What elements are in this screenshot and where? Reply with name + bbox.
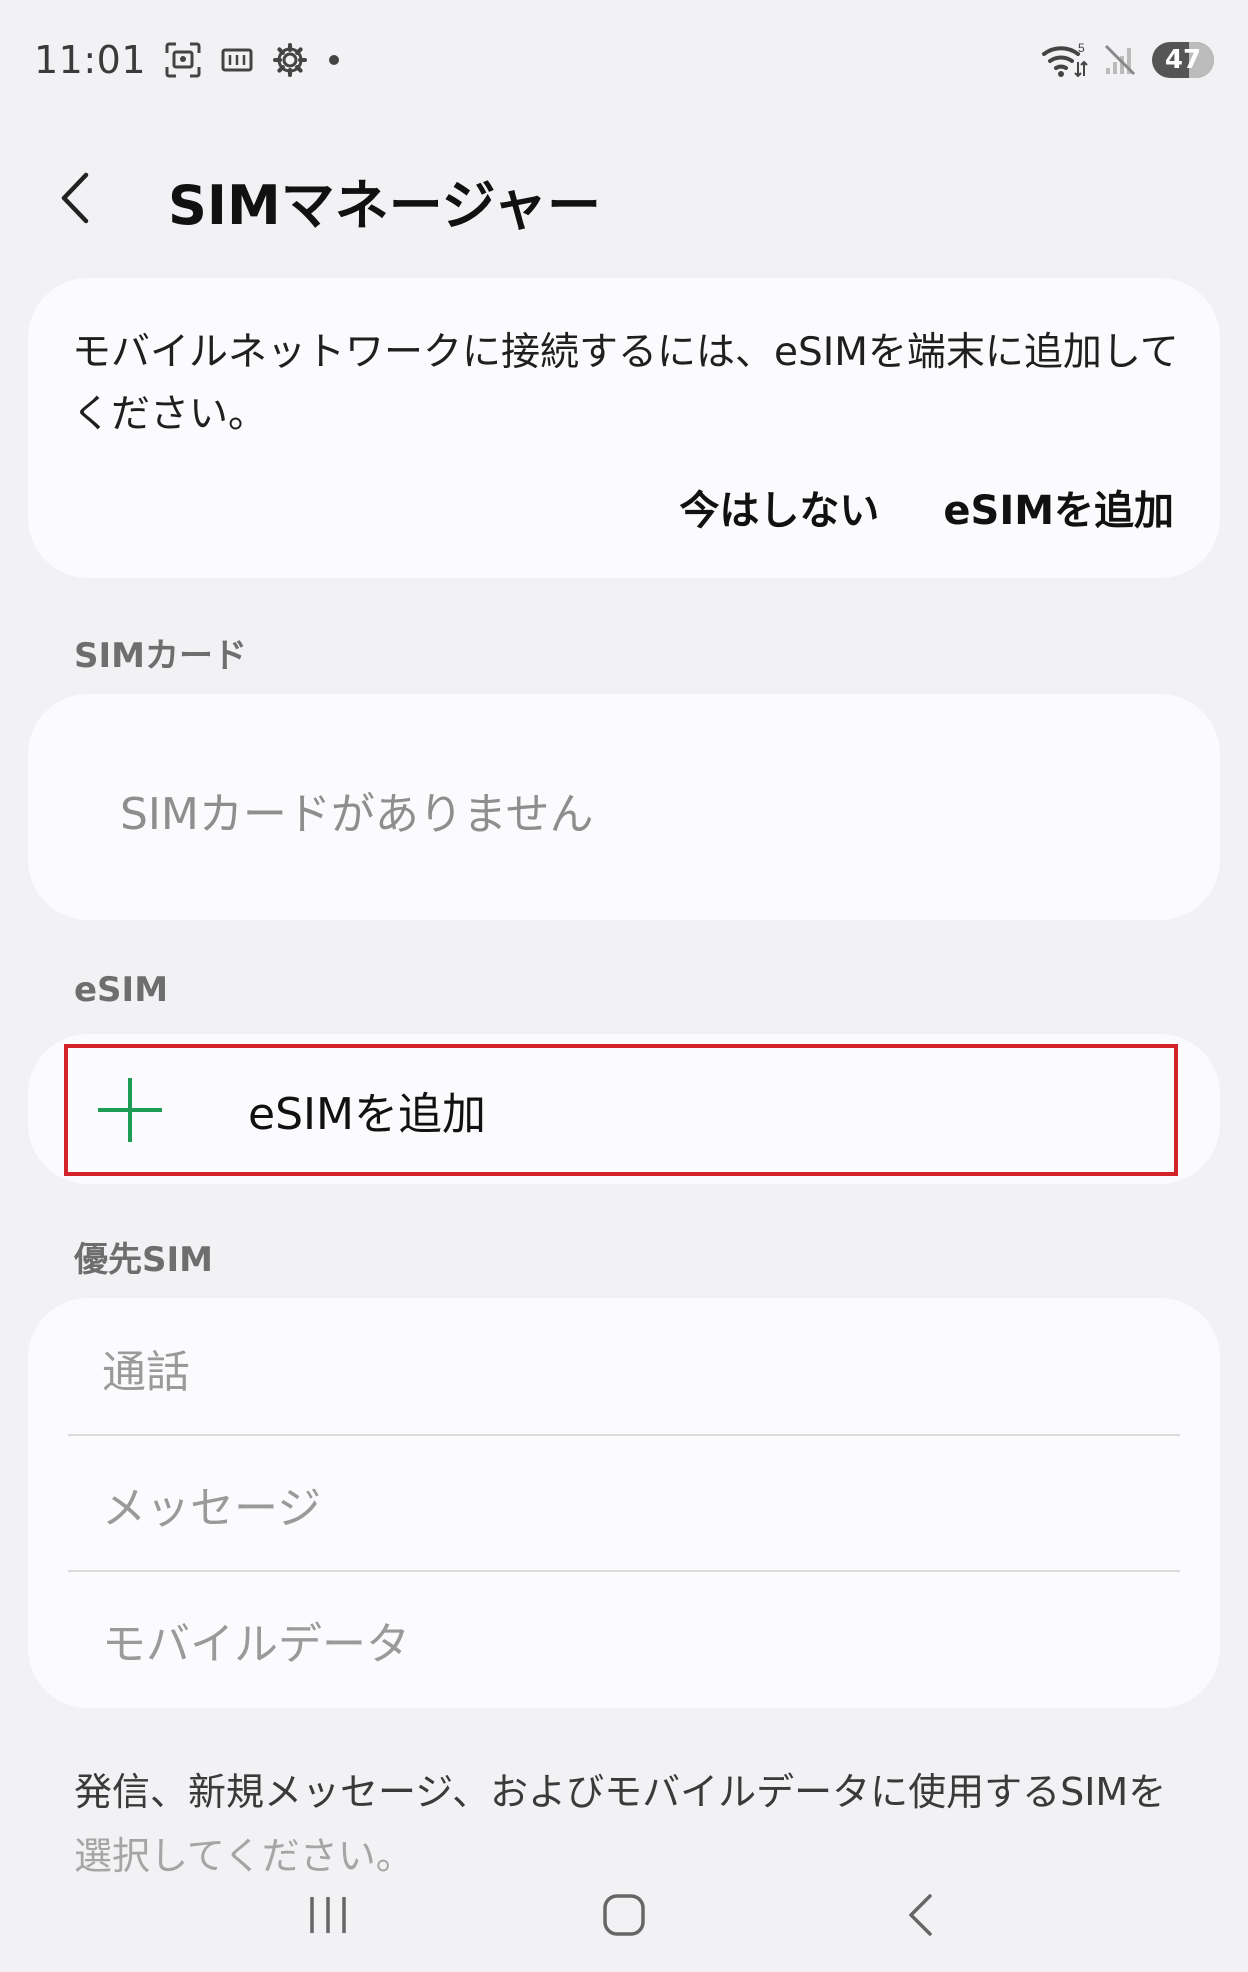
priority-item-mobile-data[interactable]: モバイルデータ: [70, 1574, 1182, 1706]
status-time: 11:01: [34, 38, 147, 82]
esim-notice-card: モバイルネットワークに接続するには、eSIMを端末に追加してください。 今はしな…: [28, 278, 1220, 578]
divider: [68, 1570, 1180, 1572]
divider: [68, 1434, 1180, 1436]
back-icon: [905, 1892, 935, 1942]
screenshot-icon: [164, 41, 202, 79]
plus-icon: [98, 1078, 162, 1142]
priority-item-calls[interactable]: 通話: [70, 1302, 1182, 1434]
cast-icon: [220, 43, 254, 77]
wifi-badge: 5: [1078, 41, 1085, 55]
home-button[interactable]: [564, 1867, 684, 1967]
no-signal-icon: [1102, 42, 1138, 78]
sim-card-list: SIMカードがありません: [28, 694, 1220, 920]
sim-manager-screen: 11:01 5 47 SIMマネージャー モバイルネットワークに接続するには、e…: [0, 0, 1248, 1972]
description-line-1: 発信、新規メッセージ、およびモバイルデータに使用するSIMを: [74, 1770, 1167, 1814]
back-button[interactable]: [58, 150, 168, 250]
sim-card-section-label: SIMカード: [74, 636, 247, 676]
notice-actions: 今はしない eSIMを追加: [679, 478, 1174, 536]
system-back-button[interactable]: [860, 1867, 980, 1967]
recent-apps-icon: [306, 1893, 350, 1941]
add-esim-label: eSIMを追加: [248, 1089, 486, 1140]
recent-apps-button[interactable]: [268, 1867, 388, 1967]
status-right: 5 47: [1040, 40, 1214, 80]
priority-sim-list: 通話 メッセージ モバイルデータ: [28, 1298, 1220, 1708]
notification-dot-icon: [326, 52, 342, 68]
system-nav-bar: [0, 1862, 1248, 1972]
battery-level: 47: [1164, 45, 1202, 75]
battery-icon: 47: [1152, 42, 1214, 78]
priority-item-messages[interactable]: メッセージ: [70, 1438, 1182, 1570]
settings-gear-icon: [272, 42, 308, 78]
notice-text: モバイルネットワークに接続するには、eSIMを端末に追加してください。: [72, 330, 1179, 437]
home-icon: [601, 1892, 647, 1942]
priority-sim-section-label: 優先SIM: [74, 1240, 213, 1280]
app-header: SIMマネージャー: [0, 150, 1248, 250]
esim-list: eSIMを追加: [28, 1034, 1220, 1184]
status-bar: 11:01 5 47: [0, 0, 1248, 120]
page-title: SIMマネージャー: [168, 173, 601, 237]
chevron-left-icon: [58, 171, 92, 229]
add-esim-notice-button[interactable]: eSIMを追加: [943, 478, 1174, 536]
add-esim-button[interactable]: eSIMを追加: [64, 1044, 1178, 1176]
no-sim-card-text: SIMカードがありません: [120, 789, 594, 840]
status-left: 11:01: [34, 38, 342, 82]
esim-section-label: eSIM: [74, 970, 169, 1010]
wifi-icon: 5: [1040, 40, 1088, 80]
dismiss-button[interactable]: 今はしない: [679, 478, 879, 536]
